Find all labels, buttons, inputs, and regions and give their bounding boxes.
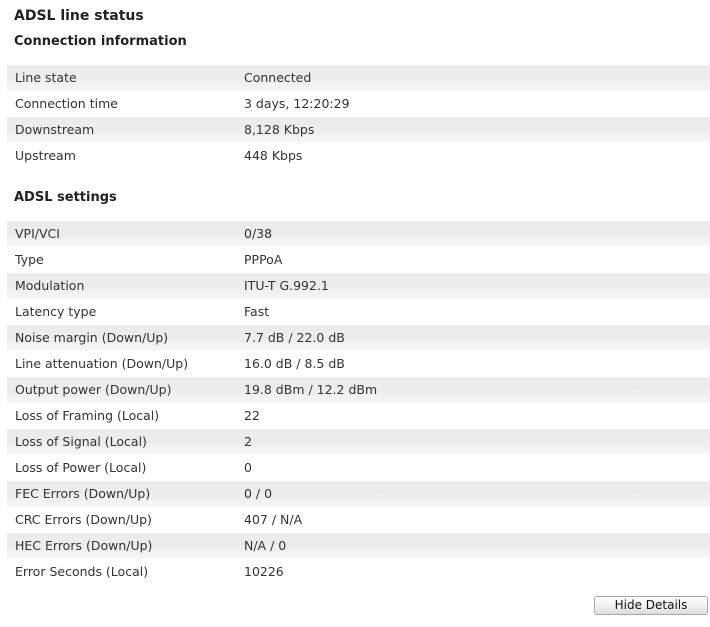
row-value: Fast: [244, 304, 270, 319]
hide-details-button[interactable]: Hide Details: [594, 596, 708, 615]
table-row: Output power (Down/Up) 19.8 dBm / 12.2 d…: [7, 377, 710, 403]
table-row: CRC Errors (Down/Up) 407 / N/A: [7, 507, 710, 533]
row-value: 0/38: [244, 226, 273, 241]
row-value: 407 / N/A: [244, 512, 303, 527]
row-label: Loss of Power (Local): [15, 460, 147, 475]
row-label: Error Seconds (Local): [15, 564, 149, 579]
table-row: Connection time 3 days, 12:20:29: [7, 91, 710, 117]
table-row: Upstream 448 Kbps: [7, 143, 710, 169]
row-value: Connected: [244, 70, 312, 85]
row-value: 7.7 dB / 22.0 dB: [244, 330, 345, 345]
row-label: CRC Errors (Down/Up): [15, 512, 152, 527]
table-row: Latency type Fast: [7, 299, 710, 325]
connection-info-heading: Connection information: [14, 34, 187, 49]
row-label: Noise margin (Down/Up): [15, 330, 169, 345]
row-value: 3 days, 12:20:29: [244, 96, 350, 111]
row-label: Loss of Framing (Local): [15, 408, 160, 423]
connection-info-table: Line state Connected Connection time 3 d…: [7, 65, 710, 169]
table-row: Error Seconds (Local) 10226: [7, 559, 710, 585]
table-row: FEC Errors (Down/Up) 0 / 0: [7, 481, 710, 507]
row-label: Line state: [15, 70, 77, 85]
page-title: ADSL line status: [14, 8, 144, 24]
row-label: Connection time: [15, 96, 118, 111]
table-row: Loss of Signal (Local) 2: [7, 429, 710, 455]
row-value: 2: [244, 434, 252, 449]
adsl-settings-table: VPI/VCI 0/38 Type PPPoA Modulation ITU-T…: [7, 221, 710, 585]
table-row: VPI/VCI 0/38: [7, 221, 710, 247]
row-label: HEC Errors (Down/Up): [15, 538, 153, 553]
table-row: Type PPPoA: [7, 247, 710, 273]
table-row: Downstream 8,128 Kbps: [7, 117, 710, 143]
row-value: 8,128 Kbps: [244, 122, 315, 137]
row-value: PPPoA: [244, 252, 283, 267]
row-label: VPI/VCI: [15, 226, 60, 241]
row-label: Upstream: [15, 148, 76, 163]
row-value: 19.8 dBm / 12.2 dBm: [244, 382, 378, 397]
row-label: Output power (Down/Up): [15, 382, 172, 397]
adsl-settings-heading: ADSL settings: [14, 190, 117, 205]
row-label: Loss of Signal (Local): [15, 434, 147, 449]
row-value: 0: [244, 460, 252, 475]
row-value: 0 / 0: [244, 486, 273, 501]
table-row: Loss of Framing (Local) 22: [7, 403, 710, 429]
row-label: Modulation: [15, 278, 85, 293]
row-value: N/A / 0: [244, 538, 287, 553]
table-row: HEC Errors (Down/Up) N/A / 0: [7, 533, 710, 559]
row-value: 16.0 dB / 8.5 dB: [244, 356, 345, 371]
row-label: Latency type: [15, 304, 97, 319]
table-row: Noise margin (Down/Up) 7.7 dB / 22.0 dB: [7, 325, 710, 351]
row-value: 10226: [244, 564, 284, 579]
row-label: FEC Errors (Down/Up): [15, 486, 151, 501]
row-value: ITU-T G.992.1: [244, 278, 329, 293]
row-value: 448 Kbps: [244, 148, 303, 163]
row-value: 22: [244, 408, 260, 423]
table-row: Loss of Power (Local) 0: [7, 455, 710, 481]
table-row: Modulation ITU-T G.992.1: [7, 273, 710, 299]
row-label: Type: [15, 252, 44, 267]
row-label: Line attenuation (Down/Up): [15, 356, 189, 371]
table-row: Line attenuation (Down/Up) 16.0 dB / 8.5…: [7, 351, 710, 377]
table-row: Line state Connected: [7, 65, 710, 91]
row-label: Downstream: [15, 122, 95, 137]
